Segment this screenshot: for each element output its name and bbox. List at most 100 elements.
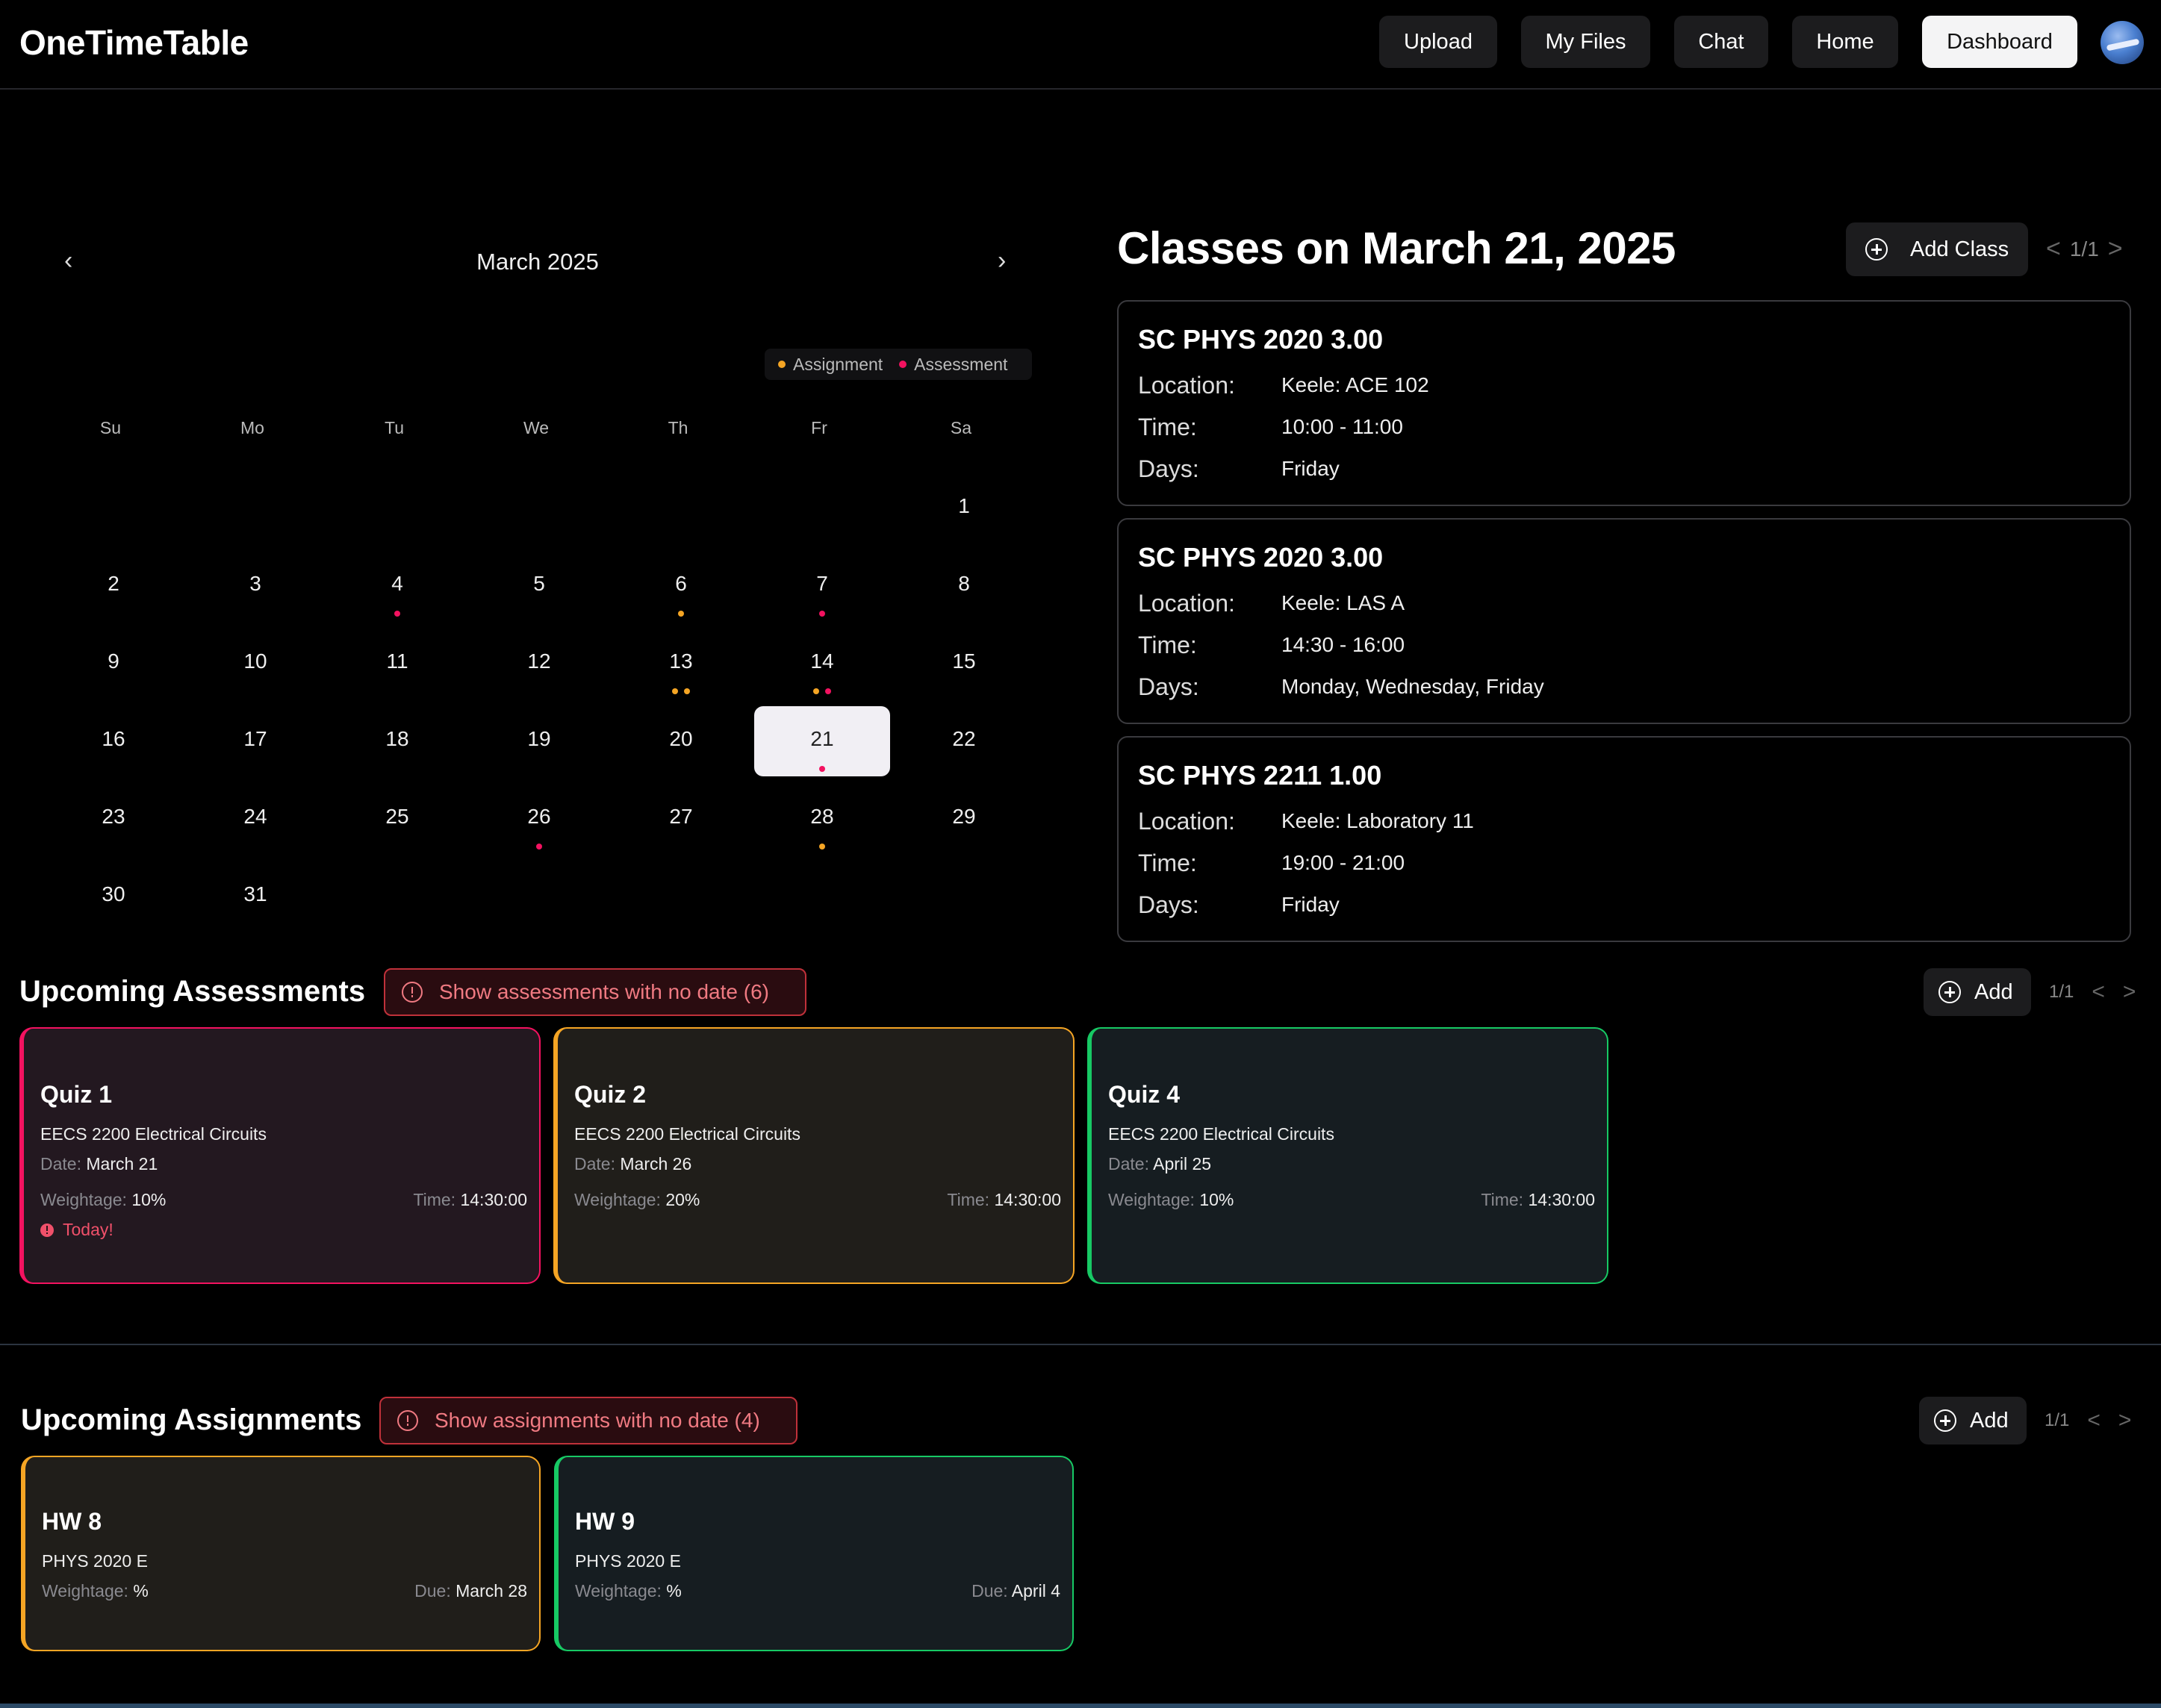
calendar-day[interactable]: 29: [896, 784, 1032, 854]
calendar-day[interactable]: 21: [754, 706, 890, 776]
days-label: Days:: [1138, 455, 1199, 482]
calendar-day[interactable]: 20: [613, 706, 749, 776]
class-days: Friday: [1281, 893, 1340, 916]
home-button[interactable]: Home: [1792, 16, 1898, 68]
assessment-dot-icon: [819, 611, 825, 617]
assignments-prev-button[interactable]: <: [2087, 1408, 2101, 1433]
due-label: Due:: [414, 1581, 451, 1601]
chat-button[interactable]: Chat: [1674, 16, 1768, 68]
prev-month-button[interactable]: ‹: [64, 246, 72, 275]
calendar-day[interactable]: 1: [896, 473, 1032, 543]
plus-circle-icon: [1865, 238, 1888, 261]
assignment-course: PHYS 2020 E: [575, 1551, 681, 1571]
assessment-dot-icon: [819, 766, 825, 772]
calendar-day-number: 26: [527, 805, 551, 828]
assessment-title: Quiz 4: [1108, 1081, 1181, 1108]
calendar-day[interactable]: 22: [896, 706, 1032, 776]
calendar-day-number: 14: [810, 649, 834, 673]
assignment-dot-icon: [819, 844, 825, 850]
assessments-next-button[interactable]: >: [2123, 979, 2136, 1005]
date-label: Date:: [40, 1154, 81, 1174]
avatar[interactable]: [2101, 21, 2144, 64]
calendar-day[interactable]: 27: [613, 784, 749, 854]
calendar-day-number: 22: [952, 727, 976, 750]
time-label: Time:: [947, 1190, 990, 1209]
assessments-prev-button[interactable]: <: [2092, 979, 2105, 1005]
calendar-day-number: 21: [810, 727, 834, 750]
assessment-card[interactable]: Quiz 2 EECS 2200 Electrical Circuits Date:…: [553, 1027, 1075, 1284]
add-assignment-button[interactable]: Add: [1919, 1397, 2027, 1444]
calendar-day[interactable]: 19: [471, 706, 607, 776]
calendar-day[interactable]: 10: [187, 629, 323, 699]
assignment-title: HW 8: [42, 1508, 102, 1535]
add-class-button[interactable]: Add Class: [1846, 222, 2028, 276]
assignment-due: March 28: [455, 1581, 527, 1601]
weightage-label: Weightage:: [574, 1190, 661, 1209]
calendar-day[interactable]: 24: [187, 784, 323, 854]
calendar-month-label: March 2025: [476, 249, 599, 275]
calendar-day[interactable]: 12: [471, 629, 607, 699]
calendar-day[interactable]: 8: [896, 551, 1032, 621]
calendar-day-number: 24: [243, 805, 267, 828]
upload-button[interactable]: Upload: [1379, 16, 1497, 68]
assessment-card[interactable]: Quiz 1 EECS 2200 Electrical Circuits Date:…: [19, 1027, 541, 1284]
assignment-course: PHYS 2020 E: [42, 1551, 148, 1571]
show-assignments-no-date-button[interactable]: Show assignments with no date (4): [379, 1397, 797, 1444]
assessment-card[interactable]: Quiz 4 EECS 2200 Electrical Circuits Date:…: [1087, 1027, 1608, 1284]
add-assessment-button[interactable]: Add: [1924, 968, 2031, 1016]
event-markers: [754, 766, 890, 772]
assignments-next-button[interactable]: >: [2118, 1408, 2132, 1433]
assessments-pager: 1/1 < >: [2049, 979, 2136, 1005]
calendar-day[interactable]: 23: [46, 784, 181, 854]
calendar-day[interactable]: 14: [754, 629, 890, 699]
weightage-label: Weightage:: [40, 1190, 127, 1209]
calendar-day[interactable]: 4: [329, 551, 465, 621]
class-card[interactable]: SC PHYS 2020 3.00 Location: Keele: ACE 102…: [1117, 300, 2131, 506]
show-assessments-no-date-button[interactable]: Show assessments with no date (6): [384, 968, 806, 1016]
weightage-label: Weightage:: [575, 1581, 662, 1601]
show-assignments-no-date-label: Show assignments with no date (4): [435, 1409, 760, 1432]
assignment-dot-icon: [778, 361, 786, 368]
event-markers: [613, 611, 749, 617]
calendar-day[interactable]: 13: [613, 629, 749, 699]
calendar-day[interactable]: 5: [471, 551, 607, 621]
dashboard-button[interactable]: Dashboard: [1922, 16, 2077, 68]
event-markers: [471, 844, 607, 850]
days-label: Days:: [1138, 673, 1199, 700]
assignments-pager: 1/1 < >: [2045, 1408, 2131, 1433]
show-assessments-no-date-label: Show assessments with no date (6): [439, 980, 769, 1003]
calendar-day[interactable]: 2: [46, 551, 181, 621]
classes-prev-button[interactable]: <: [2046, 234, 2061, 264]
assignment-card[interactable]: HW 9 PHYS 2020 E Weightage: % Due: April 4: [554, 1456, 1074, 1651]
calendar-day[interactable]: 11: [329, 629, 465, 699]
app-logo[interactable]: OneTimeTable: [19, 22, 249, 63]
calendar-day-number: 9: [108, 649, 119, 673]
calendar-day[interactable]: 6: [613, 551, 749, 621]
next-month-button[interactable]: ›: [998, 246, 1006, 275]
calendar-day-number: 8: [958, 572, 970, 595]
calendar-day[interactable]: 17: [187, 706, 323, 776]
assignment-dot-icon: [678, 611, 684, 617]
assignments-title: Upcoming Assignments: [21, 1403, 362, 1436]
calendar-day[interactable]: 7: [754, 551, 890, 621]
classes-page-indicator: 1/1: [2069, 237, 2099, 261]
calendar-day[interactable]: 9: [46, 629, 181, 699]
calendar-day[interactable]: 26: [471, 784, 607, 854]
my-files-button[interactable]: My Files: [1521, 16, 1650, 68]
class-card[interactable]: SC PHYS 2211 1.00 Location: Keele: Laborat…: [1117, 736, 2131, 942]
calendar-day[interactable]: 3: [187, 551, 323, 621]
calendar-day[interactable]: 30: [46, 861, 181, 932]
calendar-day-number: 17: [243, 727, 267, 750]
time-label: Time:: [1138, 414, 1197, 440]
assignment-card[interactable]: HW 8 PHYS 2020 E Weightage: % Due: March 28: [21, 1456, 541, 1651]
calendar-day[interactable]: 28: [754, 784, 890, 854]
today-label: Today!: [63, 1220, 114, 1239]
assignment-title: HW 9: [575, 1508, 635, 1535]
calendar-day[interactable]: 15: [896, 629, 1032, 699]
classes-next-button[interactable]: >: [2108, 234, 2123, 264]
calendar-day[interactable]: 31: [187, 861, 323, 932]
calendar-day[interactable]: 18: [329, 706, 465, 776]
class-card[interactable]: SC PHYS 2020 3.00 Location: Keele: LAS A Ti…: [1117, 518, 2131, 724]
calendar-day[interactable]: 16: [46, 706, 181, 776]
calendar-day[interactable]: 25: [329, 784, 465, 854]
